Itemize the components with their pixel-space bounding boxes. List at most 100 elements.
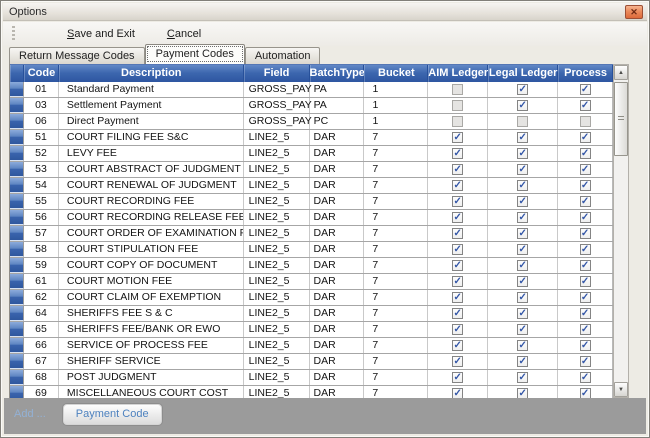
cell-bucket[interactable]: 7 bbox=[364, 306, 429, 321]
cell-field[interactable]: LINE2_5 bbox=[244, 210, 310, 225]
cell-bucket[interactable]: 7 bbox=[364, 290, 429, 305]
table-row[interactable]: 06 Direct Payment GROSS_PAY PC 1 bbox=[10, 114, 613, 130]
cell-description[interactable]: COURT ORDER OF EXAMINATION FEE bbox=[59, 226, 244, 241]
cell-description[interactable]: COURT ABSTRACT OF JUDGMENT bbox=[59, 162, 244, 177]
row-indicator[interactable] bbox=[10, 210, 24, 225]
table-row[interactable]: 54 COURT RENEWAL OF JUDGMENT LINE2_5 DAR… bbox=[10, 178, 613, 194]
cell-batchtype[interactable]: DAR bbox=[310, 130, 365, 145]
cell-bucket[interactable]: 7 bbox=[364, 370, 429, 385]
cell-field[interactable]: GROSS_PAY bbox=[244, 82, 312, 97]
cell-field[interactable]: LINE2_5 bbox=[244, 386, 310, 398]
legal-ledger-checkbox[interactable] bbox=[517, 116, 529, 127]
aim-ledger-checkbox[interactable]: ✓ bbox=[452, 388, 464, 398]
row-indicator[interactable] bbox=[10, 338, 24, 353]
header-legal-ledger[interactable]: Legal Ledger bbox=[488, 65, 558, 82]
row-indicator[interactable] bbox=[10, 146, 24, 161]
scroll-up-icon[interactable]: ▲ bbox=[614, 65, 628, 80]
legal-ledger-checkbox[interactable]: ✓ bbox=[517, 388, 529, 398]
cell-batchtype[interactable]: DAR bbox=[310, 354, 365, 369]
legal-ledger-checkbox[interactable]: ✓ bbox=[517, 164, 529, 175]
cell-batchtype[interactable]: DAR bbox=[310, 178, 365, 193]
cell-description[interactable]: COURT MOTION FEE bbox=[59, 274, 244, 289]
process-checkbox[interactable]: ✓ bbox=[579, 148, 591, 159]
cell-batchtype[interactable]: PA bbox=[310, 82, 365, 97]
process-checkbox[interactable]: ✓ bbox=[579, 340, 591, 351]
cell-field[interactable]: LINE2_5 bbox=[244, 162, 310, 177]
aim-ledger-checkbox[interactable]: ✓ bbox=[452, 260, 464, 271]
aim-ledger-checkbox[interactable]: ✓ bbox=[452, 228, 464, 239]
title-bar[interactable]: Options ✕ bbox=[3, 3, 647, 21]
cell-field[interactable]: LINE2_5 bbox=[244, 370, 310, 385]
row-indicator[interactable] bbox=[10, 242, 24, 257]
cell-bucket[interactable]: 1 bbox=[364, 98, 429, 113]
cell-description[interactable]: SERVICE OF PROCESS FEE bbox=[59, 338, 244, 353]
cell-description[interactable]: COURT RECORDING FEE bbox=[59, 194, 244, 209]
cell-field[interactable]: LINE2_5 bbox=[244, 130, 310, 145]
row-indicator[interactable] bbox=[10, 290, 24, 305]
legal-ledger-checkbox[interactable]: ✓ bbox=[517, 356, 529, 367]
cell-batchtype[interactable]: DAR bbox=[310, 322, 365, 337]
process-checkbox[interactable]: ✓ bbox=[579, 196, 591, 207]
aim-ledger-checkbox[interactable]: ✓ bbox=[452, 308, 464, 319]
vertical-scrollbar[interactable]: ▲ ▼ bbox=[613, 64, 629, 398]
cell-code[interactable]: 62 bbox=[24, 290, 59, 305]
aim-ledger-checkbox[interactable]: ✓ bbox=[452, 180, 464, 191]
table-row[interactable]: 53 COURT ABSTRACT OF JUDGMENT LINE2_5 DA… bbox=[10, 162, 613, 178]
close-icon[interactable]: ✕ bbox=[625, 5, 643, 19]
cell-code[interactable]: 03 bbox=[24, 98, 59, 113]
aim-ledger-checkbox[interactable]: ✓ bbox=[452, 132, 464, 143]
cell-field[interactable]: GROSS_PAY bbox=[244, 114, 312, 129]
aim-ledger-checkbox[interactable] bbox=[452, 84, 464, 95]
cell-description[interactable]: COURT COPY OF DOCUMENT bbox=[59, 258, 244, 273]
cell-bucket[interactable]: 7 bbox=[364, 162, 429, 177]
cell-field[interactable]: LINE2_5 bbox=[244, 306, 310, 321]
cell-batchtype[interactable]: DAR bbox=[310, 386, 365, 398]
cell-batchtype[interactable]: DAR bbox=[310, 290, 365, 305]
cell-description[interactable]: POST JUDGMENT bbox=[59, 370, 244, 385]
table-row[interactable]: 69 MISCELLANEOUS COURT COST LINE2_5 DAR … bbox=[10, 386, 613, 398]
cell-code[interactable]: 61 bbox=[24, 274, 59, 289]
tab-automation[interactable]: Automation bbox=[244, 47, 321, 64]
row-indicator[interactable] bbox=[10, 162, 24, 177]
cell-batchtype[interactable]: DAR bbox=[310, 306, 365, 321]
cell-batchtype[interactable]: PA bbox=[310, 98, 365, 113]
cell-batchtype[interactable]: DAR bbox=[310, 194, 365, 209]
cell-field[interactable]: LINE2_5 bbox=[244, 338, 310, 353]
header-description[interactable]: Description bbox=[59, 65, 244, 82]
cell-bucket[interactable]: 7 bbox=[364, 178, 429, 193]
row-indicator[interactable] bbox=[10, 370, 24, 385]
table-row[interactable]: 65 SHERIFFS FEE/BANK OR EWO LINE2_5 DAR … bbox=[10, 322, 613, 338]
table-row[interactable]: 58 COURT STIPULATION FEE LINE2_5 DAR 7 ✓… bbox=[10, 242, 613, 258]
tab-return-message-codes[interactable]: Return Message Codes bbox=[9, 47, 145, 64]
table-row[interactable]: 68 POST JUDGMENT LINE2_5 DAR 7 ✓ ✓ ✓ bbox=[10, 370, 613, 386]
cell-batchtype[interactable]: DAR bbox=[310, 338, 365, 353]
process-checkbox[interactable]: ✓ bbox=[579, 308, 591, 319]
cell-bucket[interactable]: 7 bbox=[364, 194, 429, 209]
cell-bucket[interactable]: 7 bbox=[364, 146, 429, 161]
row-indicator[interactable] bbox=[10, 274, 24, 289]
legal-ledger-checkbox[interactable]: ✓ bbox=[517, 84, 529, 95]
aim-ledger-checkbox[interactable]: ✓ bbox=[452, 292, 464, 303]
cell-bucket[interactable]: 7 bbox=[364, 322, 429, 337]
row-indicator[interactable] bbox=[10, 322, 24, 337]
legal-ledger-checkbox[interactable]: ✓ bbox=[517, 132, 529, 143]
legal-ledger-checkbox[interactable]: ✓ bbox=[517, 260, 529, 271]
process-checkbox[interactable]: ✓ bbox=[579, 244, 591, 255]
row-indicator[interactable] bbox=[10, 114, 24, 129]
aim-ledger-checkbox[interactable]: ✓ bbox=[452, 244, 464, 255]
header-field[interactable]: Field bbox=[244, 65, 310, 82]
row-indicator[interactable] bbox=[10, 82, 24, 97]
table-row[interactable]: 56 COURT RECORDING RELEASE FEE LINE2_5 D… bbox=[10, 210, 613, 226]
process-checkbox[interactable]: ✓ bbox=[579, 260, 591, 271]
table-row[interactable]: 67 SHERIFF SERVICE LINE2_5 DAR 7 ✓ ✓ ✓ bbox=[10, 354, 613, 370]
menu-item-cancel[interactable]: Cancel bbox=[159, 25, 209, 43]
legal-ledger-checkbox[interactable]: ✓ bbox=[517, 148, 529, 159]
cell-bucket[interactable]: 7 bbox=[364, 354, 429, 369]
cell-code[interactable]: 54 bbox=[24, 178, 59, 193]
row-indicator[interactable] bbox=[10, 226, 24, 241]
cell-batchtype[interactable]: DAR bbox=[310, 258, 365, 273]
cell-bucket[interactable]: 1 bbox=[364, 82, 429, 97]
cell-field[interactable]: LINE2_5 bbox=[244, 258, 310, 273]
aim-ledger-checkbox[interactable]: ✓ bbox=[452, 212, 464, 223]
table-row[interactable]: 03 Settlement Payment GROSS_PAY PA 1 ✓ ✓ bbox=[10, 98, 613, 114]
